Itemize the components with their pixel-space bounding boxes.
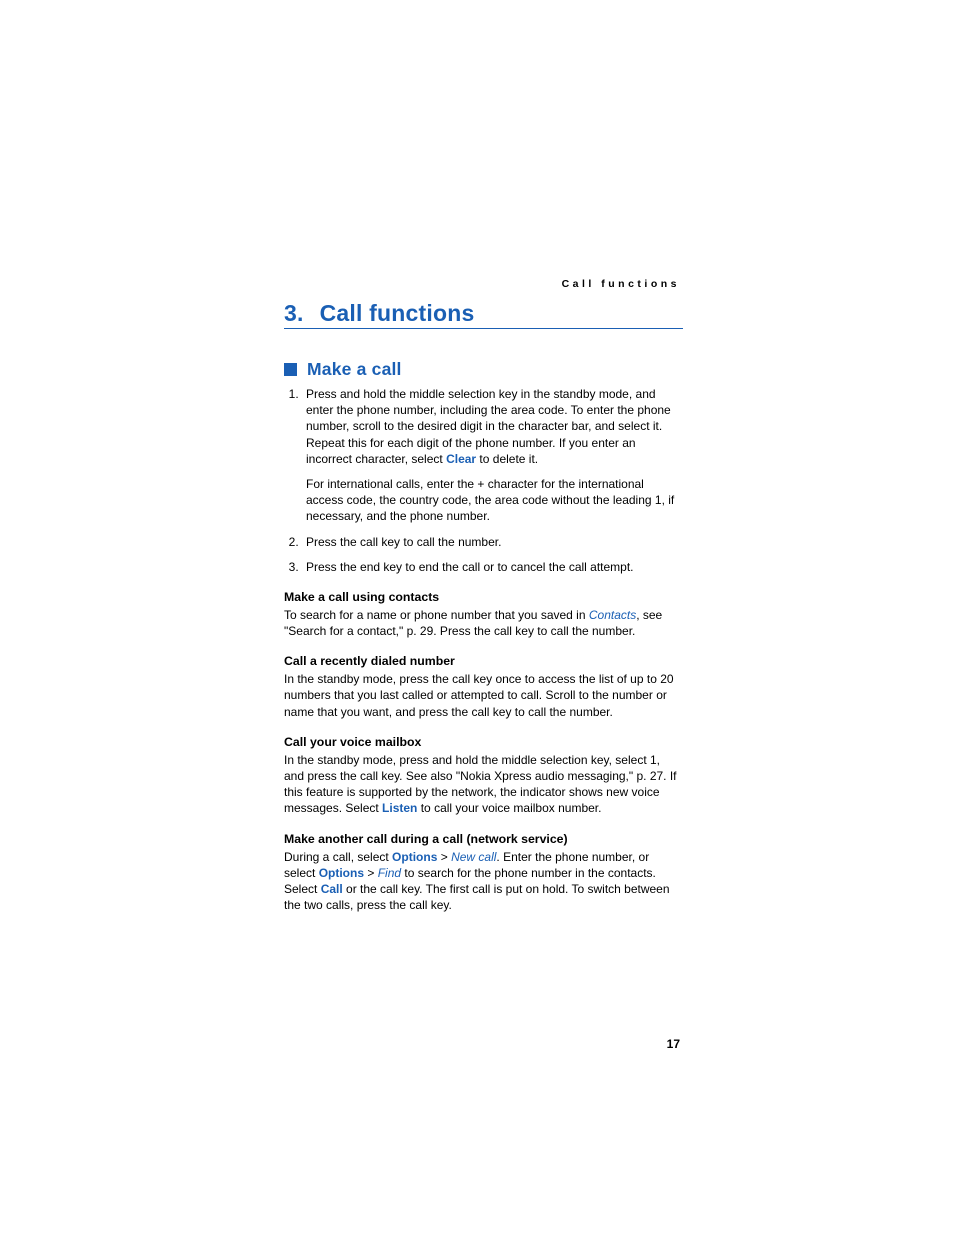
step-2: Press the call key to call the number. <box>302 534 683 550</box>
subhead-contacts: Make a call using contacts <box>284 590 683 604</box>
running-header: Call functions <box>562 278 680 290</box>
sub4-t4: or the call key. The first call is put o… <box>284 882 670 912</box>
subhead-voicemail: Call your voice mailbox <box>284 735 683 749</box>
options-softkey-1: Options <box>392 850 437 864</box>
clear-softkey: Clear <box>446 452 476 466</box>
step-1: Press and hold the middle selection key … <box>302 386 683 525</box>
step-1-text-after: to delete it. <box>476 452 538 466</box>
sub4-t1: During a call, select <box>284 850 392 864</box>
section-heading-row: Make a call <box>284 359 683 380</box>
para-recent: In the standby mode, press the call key … <box>284 671 683 720</box>
section-title: Make a call <box>307 359 402 380</box>
listen-softkey: Listen <box>382 801 417 815</box>
sub3-after: to call your voice mailbox number. <box>417 801 601 815</box>
call-softkey: Call <box>321 882 343 896</box>
sub1-before: To search for a name or phone number tha… <box>284 608 589 622</box>
step-3: Press the end key to end the call or to … <box>302 559 683 575</box>
step-2-text: Press the call key to call the number. <box>306 535 501 549</box>
sub4-gt2: > <box>364 866 378 880</box>
subhead-another-call: Make another call during a call (network… <box>284 832 683 846</box>
find-menu: Find <box>378 866 401 880</box>
step-list: Press and hold the middle selection key … <box>284 386 683 575</box>
para-contacts: To search for a name or phone number tha… <box>284 607 683 639</box>
chapter-title: 3. Call functions <box>284 300 683 329</box>
step-1-para2: For international calls, enter the + cha… <box>306 476 683 525</box>
para-another-call: During a call, select Options > New call… <box>284 849 683 914</box>
chapter-name: Call functions <box>320 300 475 326</box>
page-number: 17 <box>667 1037 680 1051</box>
square-bullet-icon <box>284 363 297 376</box>
para-voicemail: In the standby mode, press and hold the … <box>284 752 683 817</box>
contacts-link: Contacts <box>589 608 636 622</box>
sub4-gt1: > <box>437 850 451 864</box>
new-call-menu: New call <box>451 850 496 864</box>
chapter-number: 3. <box>284 300 304 326</box>
page: Call functions 3. Call functions Make a c… <box>0 0 954 1235</box>
step-3-text: Press the end key to end the call or to … <box>306 560 634 574</box>
subhead-recent: Call a recently dialed number <box>284 654 683 668</box>
options-softkey-2: Options <box>319 866 364 880</box>
